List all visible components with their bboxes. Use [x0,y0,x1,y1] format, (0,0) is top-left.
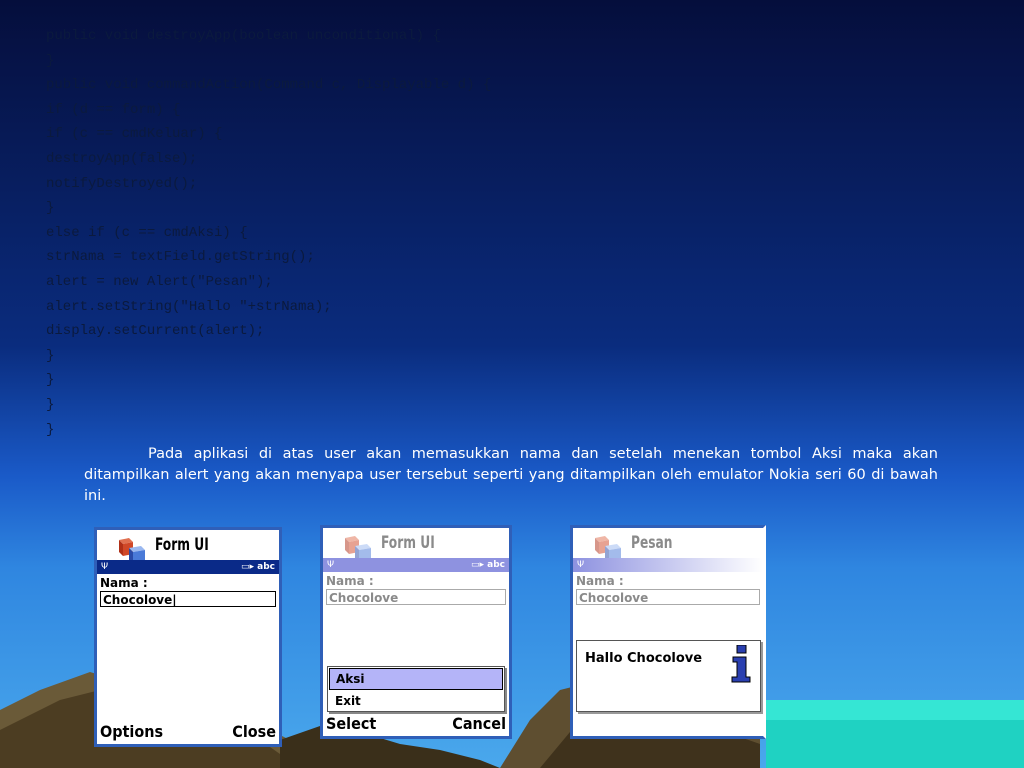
info-icon [731,645,751,683]
code-line: strNama = textField.getString(); [46,249,315,266]
nama-text-field[interactable]: Chocolove| [100,591,276,607]
code-line: } [46,421,55,438]
code-line: alert = new Alert("Pesan"); [46,273,273,290]
code-line: destroyApp(false); [46,150,198,167]
code-line: display.setCurrent(alert); [46,323,265,340]
alert-dialog: Hallo Chocolove [576,640,761,712]
code-line: } [46,347,55,364]
nama-label: Nama : [576,574,624,588]
code-line: if (d == form) { [46,101,181,118]
close-softkey[interactable]: Close [232,722,276,741]
cancel-softkey[interactable]: Cancel [452,714,506,733]
signal-icon: Ψ [101,562,109,572]
signal-icon: Ψ [327,560,335,570]
signal-icon: Ψ [577,560,585,570]
options-menu: Aksi Exit [327,666,505,712]
code-line: } [46,52,55,69]
code-line: public void destroyApp(boolean unconditi… [46,28,441,44]
paragraph-text: Pada aplikasi di atas user akan memasukk… [84,446,938,504]
code-line: public void commandAction(Command c, Dis… [46,77,492,94]
screen-title: Form UI [381,533,435,553]
nama-label: Nama : [100,576,148,590]
menu-item-exit[interactable]: Exit [329,691,503,711]
input-mode-indicator: ▭▸ abc [240,562,275,572]
options-softkey[interactable]: Options [100,722,163,741]
code-line: } [46,200,55,217]
status-bar: Ψ ▭▸ abc [97,560,279,574]
java-code-block: public void destroyApp(boolean unconditi… [46,24,491,442]
emulator-screen-menu: Form UI Ψ ▭▸ abc Nama : Chocolove Aksi E… [320,525,512,739]
title-bar: Form UI [323,528,509,564]
input-mode-indicator: ▭▸ abc [470,560,505,570]
code-line: notifyDestroyed(); [46,175,198,192]
emulator-screen-alert: Pesan Ψ Nama : Chocolove Hallo Chocolove [570,525,766,739]
code-line: } [46,396,55,413]
code-line: alert.setString("Hallo "+strNama); [46,298,332,315]
screen-title: Form UI [155,535,209,555]
description-paragraph: Pada aplikasi di atas user akan memasukk… [84,444,938,507]
alert-message: Hallo Chocolove [585,651,703,666]
emulator-screen-form: Form UI Ψ ▭▸ abc Nama : Chocolove| Optio… [94,527,282,747]
nama-text-field: Chocolove [576,589,760,605]
screen-title: Pesan [631,533,673,553]
title-bar: Pesan [573,528,763,564]
code-line: if (c == cmdKeluar) { [46,126,223,143]
status-bar: Ψ [573,558,763,572]
status-bar: Ψ ▭▸ abc [323,558,509,572]
nama-label: Nama : [326,574,374,588]
nama-text-field[interactable]: Chocolove [326,589,506,605]
code-line: else if (c == cmdAksi) { [46,224,248,241]
title-bar: Form UI [97,530,279,566]
code-line: } [46,372,55,389]
select-softkey[interactable]: Select [326,714,376,733]
menu-item-aksi[interactable]: Aksi [329,668,503,690]
